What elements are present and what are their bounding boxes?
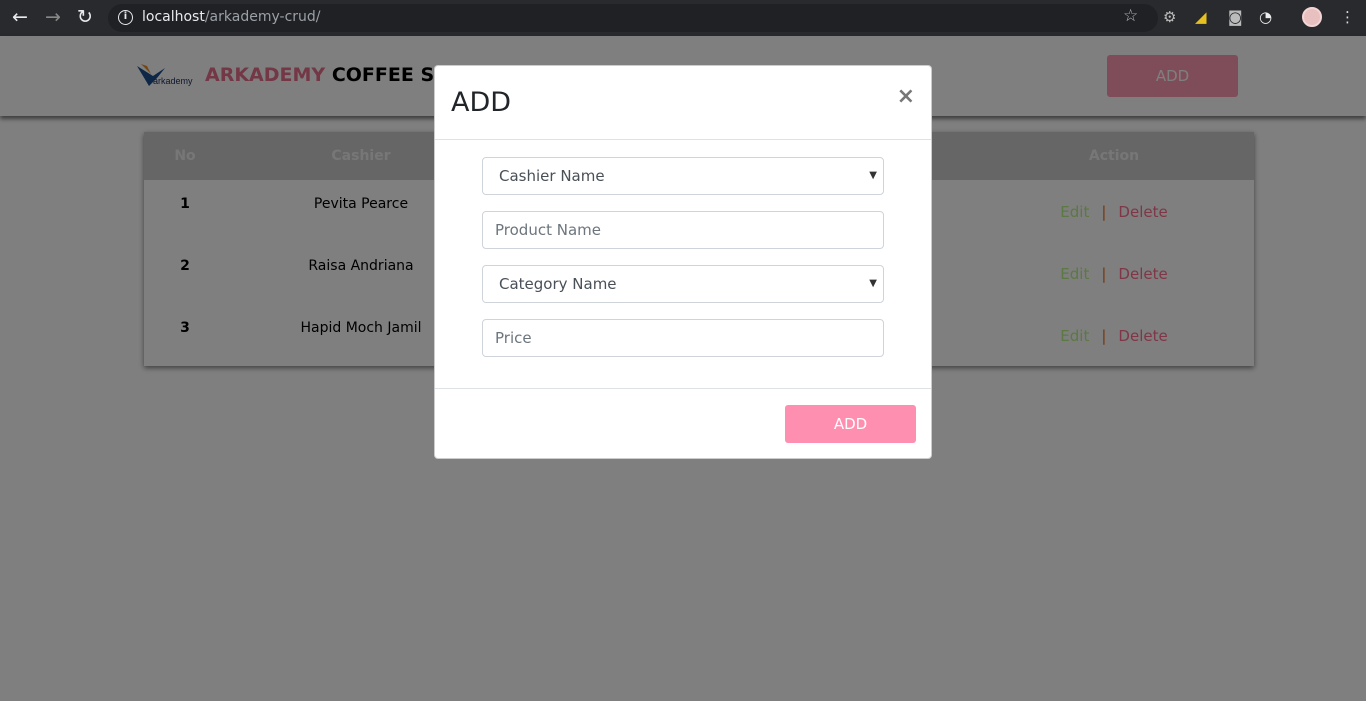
- star-icon[interactable]: ☆: [1123, 6, 1138, 26]
- chevron-down-icon: ▼: [869, 278, 877, 289]
- price-input[interactable]: Price: [482, 319, 884, 357]
- speedometer-icon[interactable]: ◔: [1259, 8, 1272, 26]
- url-text[interactable]: localhost/arkademy-crud/: [142, 9, 321, 25]
- profile-avatar[interactable]: [1302, 7, 1322, 27]
- extension-icon[interactable]: ◢: [1195, 8, 1207, 26]
- close-icon[interactable]: ×: [897, 84, 915, 109]
- submit-add-button[interactable]: ADD: [785, 405, 916, 443]
- modal-title: ADD: [451, 87, 512, 118]
- chevron-down-icon: ▼: [869, 170, 877, 181]
- modal-header: ADD ×: [435, 66, 931, 140]
- product-name-input[interactable]: Product Name: [482, 211, 884, 249]
- menu-icon[interactable]: ⋮: [1340, 8, 1355, 26]
- add-modal: ADD × Cashier Name ▼ Product Name Categor…: [434, 65, 932, 459]
- modal-footer: ADD: [435, 388, 931, 458]
- extension-icon[interactable]: ⚙: [1163, 8, 1176, 26]
- category-select[interactable]: Category Name ▼: [482, 265, 884, 303]
- forward-icon[interactable]: →: [45, 6, 61, 28]
- back-icon[interactable]: ←: [12, 6, 28, 28]
- info-icon[interactable]: i: [118, 10, 133, 25]
- reload-icon[interactable]: ↻: [77, 6, 93, 28]
- camera-icon[interactable]: ◙: [1228, 8, 1243, 26]
- cashier-select[interactable]: Cashier Name ▼: [482, 157, 884, 195]
- browser-toolbar: ← → ↻ i localhost/arkademy-crud/ ☆ ⚙ ◢ ◙…: [0, 0, 1366, 36]
